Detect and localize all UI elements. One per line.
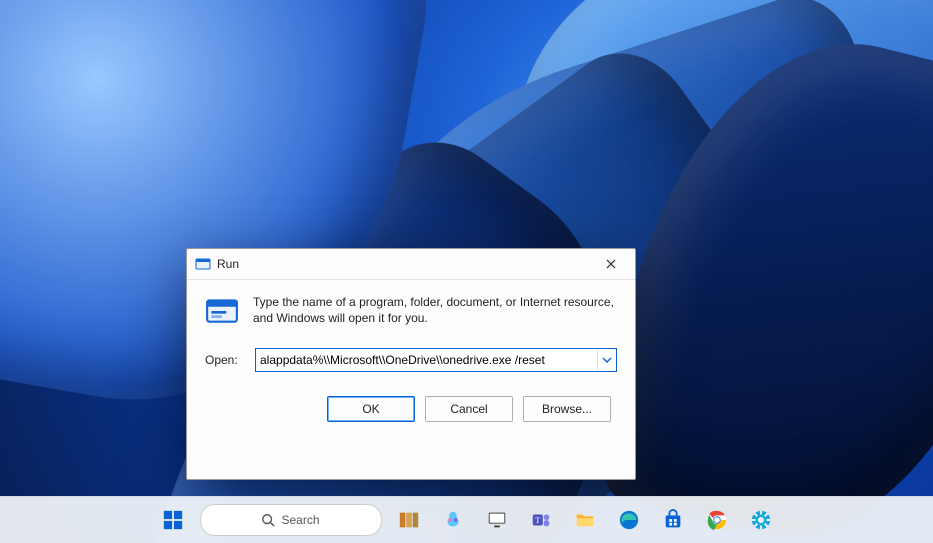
settings-icon: [750, 509, 772, 531]
taskbar-app-store[interactable]: [656, 503, 690, 537]
start-button[interactable]: [156, 503, 190, 537]
search-icon: [261, 513, 275, 527]
taskbar-app-stack[interactable]: [392, 503, 426, 537]
ok-button[interactable]: OK: [327, 396, 415, 422]
store-icon: [662, 509, 684, 531]
taskbar-app-explorer[interactable]: [568, 503, 602, 537]
teams-icon: T: [530, 509, 552, 531]
taskbar-app-copilot[interactable]: [436, 503, 470, 537]
run-button-row: OK Cancel Browse...: [205, 396, 617, 422]
run-title: Run: [217, 257, 239, 271]
run-large-icon: [205, 294, 239, 328]
run-titlebar: Run: [187, 249, 635, 280]
cancel-button[interactable]: Cancel: [425, 396, 513, 422]
open-combobox[interactable]: [255, 348, 617, 372]
taskbar-app-edge[interactable]: [612, 503, 646, 537]
browse-button[interactable]: Browse...: [523, 396, 611, 422]
run-description: Type the name of a program, folder, docu…: [253, 294, 617, 326]
taskbar-app-settings[interactable]: [744, 503, 778, 537]
run-dialog: Run Type the name of a program, folder, …: [186, 248, 636, 480]
copilot-icon: [442, 509, 464, 531]
windows-logo-icon: [162, 509, 184, 531]
open-input[interactable]: [256, 350, 597, 370]
run-icon: [195, 256, 211, 272]
task-view-icon: [486, 509, 508, 531]
close-icon: [606, 259, 616, 269]
chevron-down-icon: [602, 355, 612, 365]
taskbar-app-chrome[interactable]: [700, 503, 734, 537]
taskbar-app-teams[interactable]: T: [524, 503, 558, 537]
close-button[interactable]: [591, 250, 631, 278]
open-label: Open:: [205, 353, 245, 367]
chrome-icon: [706, 509, 728, 531]
file-explorer-icon: [574, 509, 596, 531]
stack-icon: [398, 509, 420, 531]
svg-text:T: T: [535, 516, 540, 525]
edge-icon: [618, 509, 640, 531]
taskbar: Search T: [0, 496, 933, 543]
taskbar-search[interactable]: Search: [200, 504, 382, 536]
taskbar-search-placeholder: Search: [281, 513, 319, 527]
taskbar-app-taskview[interactable]: [480, 503, 514, 537]
open-dropdown-button[interactable]: [597, 350, 616, 370]
